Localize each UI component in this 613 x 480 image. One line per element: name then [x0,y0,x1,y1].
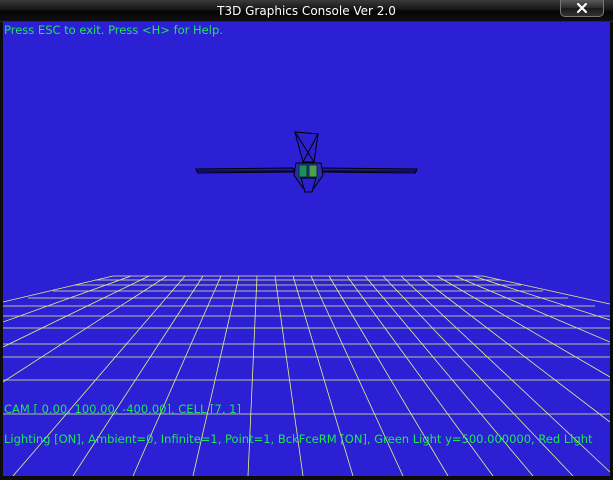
floor-grid [3,275,610,476]
render-viewport[interactable]: Press ESC to exit. Press <H> for Help. C… [3,22,610,476]
title-bar[interactable]: T3D Graphics Console Ver 2.0 [0,0,613,22]
app-window: T3D Graphics Console Ver 2.0 Press ESC t… [0,0,613,480]
wireframe-model [195,131,418,193]
help-text: Press ESC to exit. Press <H> for Help. [4,23,223,37]
lighting-status: Lighting [ON], Ambient=0, Infinite=1, Po… [4,432,593,446]
close-button[interactable] [560,0,604,17]
window-title: T3D Graphics Console Ver 2.0 [217,4,396,18]
camera-status: CAM [ 0.00, 100.00, -400.00], CELL [7, 1… [4,402,241,416]
close-icon [576,2,588,14]
